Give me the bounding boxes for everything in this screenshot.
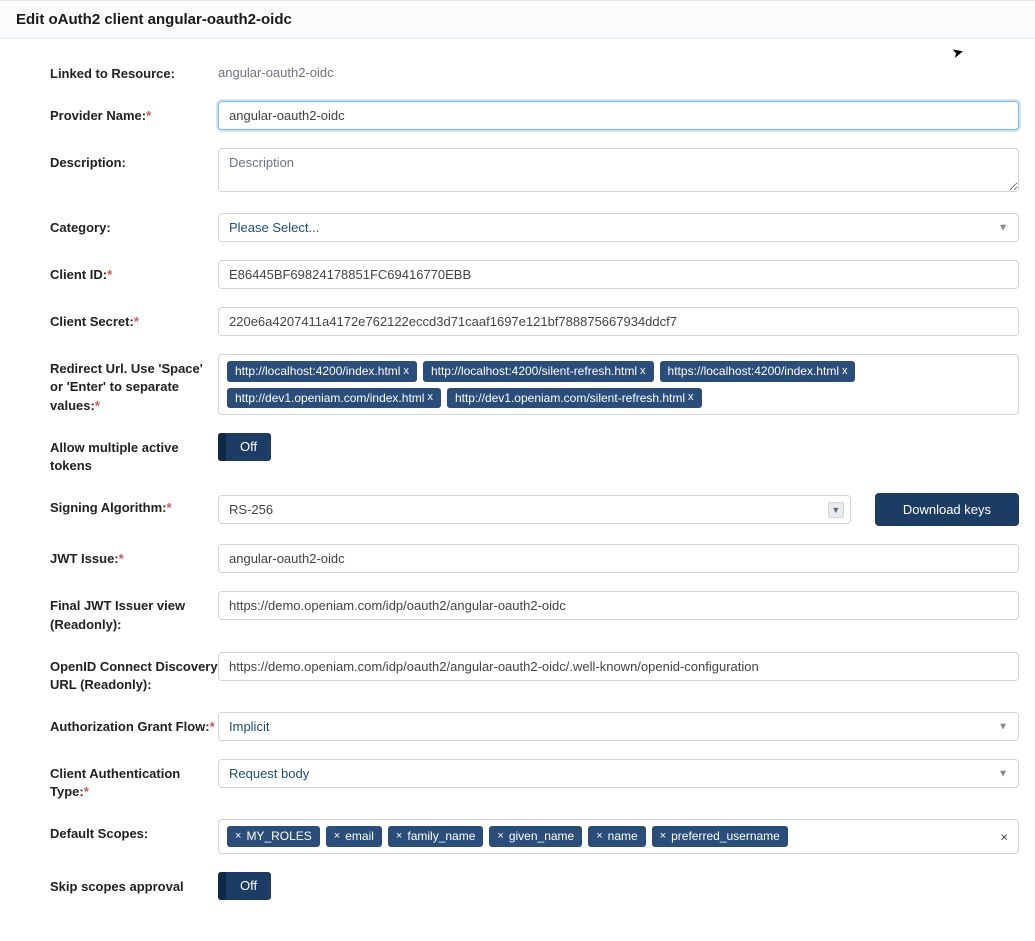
remove-tag-icon[interactable]: × — [334, 830, 340, 843]
row-description: Description: — [50, 148, 1019, 195]
row-client-id: Client ID:* — [50, 260, 1019, 289]
label-description: Description: — [50, 148, 218, 172]
row-signing-algorithm: Signing Algorithm:* RS-256 ▼ Download ke… — [50, 493, 1019, 526]
row-final-jwt-issuer: Final JWT Issuer view (Readonly): — [50, 591, 1019, 633]
row-oidc-discovery: OpenID Connect Discovery URL (Readonly): — [50, 652, 1019, 694]
clear-scopes-icon[interactable]: × — [1000, 829, 1008, 844]
redirect-url-tag[interactable]: http://dev1.openiam.com/index.html x — [227, 388, 441, 408]
download-keys-button[interactable]: Download keys — [875, 493, 1019, 526]
category-select[interactable]: Please Select... ▼ — [218, 213, 1019, 242]
scope-tag[interactable]: ×preferred_username — [652, 826, 788, 846]
label-oidc-discovery: OpenID Connect Discovery URL (Readonly): — [50, 652, 218, 694]
linked-resource-value: angular-oauth2-oidc — [218, 59, 1019, 80]
label-final-jwt-issuer: Final JWT Issuer view (Readonly): — [50, 591, 218, 633]
row-allow-multiple: Allow multiple active tokens Off — [50, 433, 1019, 475]
remove-tag-icon[interactable]: x — [640, 365, 646, 378]
row-jwt-issue: JWT Issue:* — [50, 544, 1019, 573]
signing-algorithm-select[interactable]: RS-256 ▼ — [218, 495, 851, 524]
scope-tag[interactable]: ×family_name — [388, 826, 483, 846]
remove-tag-icon[interactable]: × — [596, 830, 602, 843]
allow-multiple-toggle[interactable]: Off — [218, 433, 271, 461]
page-header: Edit oAuth2 client angular-oauth2-oidc — [0, 0, 1035, 39]
redirect-url-tag[interactable]: http://dev1.openiam.com/silent-refresh.h… — [447, 388, 702, 408]
page-title: Edit oAuth2 client angular-oauth2-oidc — [16, 11, 1019, 28]
remove-tag-icon[interactable]: x — [688, 391, 694, 404]
row-linked-resource: Linked to Resource: angular-oauth2-oidc — [50, 59, 1019, 83]
row-provider-name: Provider Name:* — [50, 101, 1019, 130]
chevron-down-icon: ▼ — [998, 768, 1008, 779]
client-auth-type-select[interactable]: Request body ▼ — [218, 759, 1019, 788]
label-allow-multiple: Allow multiple active tokens — [50, 433, 218, 475]
remove-tag-icon[interactable]: x — [403, 365, 409, 378]
label-signing-algorithm: Signing Algorithm:* — [50, 493, 218, 517]
label-provider-name: Provider Name:* — [50, 101, 218, 125]
redirect-url-tag[interactable]: http://localhost:4200/index.html x — [227, 361, 417, 381]
redirect-url-tag-input[interactable]: http://localhost:4200/index.html x http:/… — [218, 354, 1019, 415]
client-id-input[interactable] — [218, 260, 1019, 289]
scope-tag[interactable]: ×name — [588, 826, 645, 846]
row-client-auth-type: Client Authentication Type:* Request bod… — [50, 759, 1019, 801]
label-client-secret: Client Secret:* — [50, 307, 218, 331]
default-scopes-tag-input[interactable]: ×MY_ROLES ×email ×family_name ×given_name ×n… — [218, 819, 1019, 853]
scope-tag[interactable]: ×email — [326, 826, 382, 846]
chevron-down-icon: ▼ — [998, 222, 1008, 233]
label-client-id: Client ID:* — [50, 260, 218, 284]
redirect-url-tag[interactable]: http://localhost:4200/silent-refresh.htm… — [423, 361, 654, 381]
label-linked-resource: Linked to Resource: — [50, 59, 218, 83]
label-category: Category: — [50, 213, 218, 237]
remove-tag-icon[interactable]: × — [396, 830, 402, 843]
description-input[interactable] — [218, 148, 1019, 192]
label-jwt-issue: JWT Issue:* — [50, 544, 218, 568]
label-redirect-url: Redirect Url. Use 'Space' or 'Enter' to … — [50, 354, 218, 415]
remove-tag-icon[interactable]: × — [660, 830, 666, 843]
label-default-scopes: Default Scopes: — [50, 819, 218, 843]
form-container: Linked to Resource: angular-oauth2-oidc … — [0, 39, 1035, 941]
label-skip-scopes: Skip scopes approval — [50, 872, 218, 896]
row-skip-scopes: Skip scopes approval Off — [50, 872, 1019, 903]
skip-scopes-toggle[interactable]: Off — [218, 872, 271, 900]
grant-flow-select[interactable]: Implicit ▼ — [218, 712, 1019, 741]
remove-tag-icon[interactable]: × — [497, 830, 503, 843]
label-client-auth-type: Client Authentication Type:* — [50, 759, 218, 801]
row-default-scopes: Default Scopes: ×MY_ROLES ×email ×family_n… — [50, 819, 1019, 853]
final-jwt-issuer-input — [218, 591, 1019, 620]
remove-tag-icon[interactable]: x — [842, 365, 848, 378]
scope-tag[interactable]: ×given_name — [489, 826, 582, 846]
chevron-down-icon: ▼ — [828, 502, 844, 518]
scope-tag[interactable]: ×MY_ROLES — [227, 826, 320, 846]
remove-tag-icon[interactable]: × — [235, 830, 241, 843]
toggle-handle — [218, 872, 226, 900]
provider-name-input[interactable] — [218, 101, 1019, 130]
remove-tag-icon[interactable]: x — [427, 391, 433, 404]
toggle-handle — [218, 433, 226, 461]
row-redirect-url: Redirect Url. Use 'Space' or 'Enter' to … — [50, 354, 1019, 415]
chevron-down-icon: ▼ — [998, 721, 1008, 732]
row-category: Category: Please Select... ▼ — [50, 213, 1019, 242]
row-grant-flow: Authorization Grant Flow:* Implicit ▼ — [50, 712, 1019, 741]
client-secret-input[interactable] — [218, 307, 1019, 336]
label-grant-flow: Authorization Grant Flow:* — [50, 712, 218, 736]
row-client-secret: Client Secret:* — [50, 307, 1019, 336]
jwt-issue-input[interactable] — [218, 544, 1019, 573]
redirect-url-tag[interactable]: https://localhost:4200/index.html x — [660, 361, 856, 381]
oidc-discovery-input — [218, 652, 1019, 681]
